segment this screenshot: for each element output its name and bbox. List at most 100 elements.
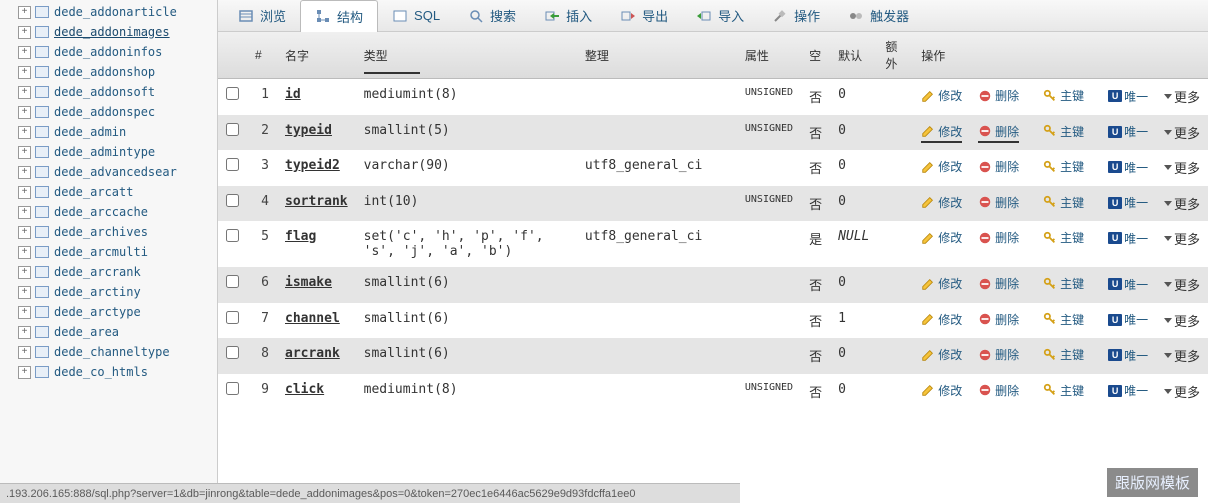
tree-toggle-icon[interactable]: + [18,186,31,199]
tree-toggle-icon[interactable]: + [18,306,31,319]
header-attr[interactable]: 属性 [737,32,801,79]
sidebar-item-dede_admintype[interactable]: + dede_admintype [0,142,217,162]
sidebar-item-dede_arccache[interactable]: + dede_arccache [0,202,217,222]
sidebar-item-label[interactable]: dede_archives [54,225,148,239]
delete-button[interactable]: 删除 [978,158,1019,175]
more-dropdown[interactable]: 更多 [1164,229,1200,248]
column-name[interactable]: sortrank [277,186,356,222]
edit-button[interactable]: 修改 [921,382,962,399]
column-name[interactable]: id [277,79,356,115]
unique-button[interactable]: U唯一 [1108,194,1148,211]
sidebar-item-dede_area[interactable]: + dede_area [0,322,217,342]
header-type[interactable]: 类型 [356,32,577,79]
tree-toggle-icon[interactable]: + [18,206,31,219]
tree-toggle-icon[interactable]: + [18,226,31,239]
delete-button[interactable]: 删除 [978,194,1019,211]
header-null[interactable]: 空 [801,32,830,79]
sidebar-item-dede_co_htmls[interactable]: + dede_co_htmls [0,362,217,382]
primary-key-button[interactable]: 主键 [1043,87,1084,104]
row-checkbox[interactable] [226,275,239,288]
more-dropdown[interactable]: 更多 [1164,123,1200,142]
sidebar-item-dede_addonarticle[interactable]: + dede_addonarticle [0,2,217,22]
row-checkbox[interactable] [226,346,239,359]
more-dropdown[interactable]: 更多 [1164,311,1200,330]
tab-export[interactable]: 导出 [606,0,682,31]
row-checkbox[interactable] [226,229,239,242]
row-checkbox[interactable] [226,158,239,171]
unique-button[interactable]: U唯一 [1108,88,1148,105]
edit-button[interactable]: 修改 [921,194,962,211]
sidebar-item-label[interactable]: dede_arcrank [54,265,141,279]
tree-toggle-icon[interactable]: + [18,46,31,59]
column-name[interactable]: typeid2 [277,150,356,186]
edit-button[interactable]: 修改 [921,87,962,104]
edit-button[interactable]: 修改 [921,311,962,328]
delete-button[interactable]: 删除 [978,382,1019,399]
unique-button[interactable]: U唯一 [1108,311,1148,328]
more-dropdown[interactable]: 更多 [1164,194,1200,213]
tree-toggle-icon[interactable]: + [18,266,31,279]
sidebar-item-label[interactable]: dede_arcatt [54,185,133,199]
sidebar-item-label[interactable]: dede_addonarticle [54,5,177,19]
header-extra[interactable]: 额外 [877,32,913,79]
primary-key-button[interactable]: 主键 [1043,229,1084,246]
sidebar-item-label[interactable]: dede_channeltype [54,345,170,359]
sidebar-item-label[interactable]: dede_admintype [54,145,155,159]
delete-button[interactable]: 删除 [978,123,1019,140]
sidebar-item-dede_arcrank[interactable]: + dede_arcrank [0,262,217,282]
unique-button[interactable]: U唯一 [1108,347,1148,364]
unique-button[interactable]: U唯一 [1108,276,1148,293]
sidebar-item-dede_addonimages[interactable]: + dede_addonimages [0,22,217,42]
sidebar-item-label[interactable]: dede_arctype [54,305,141,319]
tree-toggle-icon[interactable]: + [18,26,31,39]
sidebar-item-dede_arctype[interactable]: + dede_arctype [0,302,217,322]
row-checkbox[interactable] [226,123,239,136]
tab-triggers[interactable]: 触发器 [834,0,923,31]
row-checkbox[interactable] [226,194,239,207]
primary-key-button[interactable]: 主键 [1043,382,1084,399]
sidebar-item-dede_addonshop[interactable]: + dede_addonshop [0,62,217,82]
sidebar-item-dede_arctiny[interactable]: + dede_arctiny [0,282,217,302]
row-checkbox[interactable] [226,311,239,324]
tab-search[interactable]: 搜索 [454,0,530,31]
tree-toggle-icon[interactable]: + [18,86,31,99]
sidebar-item-label[interactable]: dede_addonimages [54,25,170,39]
tree-toggle-icon[interactable]: + [18,286,31,299]
row-checkbox[interactable] [226,87,239,100]
tab-browse[interactable]: 浏览 [224,0,300,31]
primary-key-button[interactable]: 主键 [1043,311,1084,328]
sidebar-item-dede_archives[interactable]: + dede_archives [0,222,217,242]
header-name[interactable]: 名字 [277,32,356,79]
unique-button[interactable]: U唯一 [1108,123,1148,140]
more-dropdown[interactable]: 更多 [1164,346,1200,365]
sidebar-item-label[interactable]: dede_arctiny [54,285,141,299]
edit-button[interactable]: 修改 [921,275,962,292]
column-name[interactable]: click [277,374,356,410]
sidebar-item-label[interactable]: dede_addonspec [54,105,155,119]
unique-button[interactable]: U唯一 [1108,159,1148,176]
delete-button[interactable]: 删除 [978,346,1019,363]
tree-toggle-icon[interactable]: + [18,366,31,379]
delete-button[interactable]: 删除 [978,87,1019,104]
more-dropdown[interactable]: 更多 [1164,158,1200,177]
edit-button[interactable]: 修改 [921,346,962,363]
tab-insert[interactable]: 插入 [530,0,606,31]
tree-toggle-icon[interactable]: + [18,126,31,139]
column-name[interactable]: ismake [277,267,356,303]
tree-toggle-icon[interactable]: + [18,246,31,259]
sidebar-item-label[interactable]: dede_addoninfos [54,45,162,59]
tree-toggle-icon[interactable]: + [18,166,31,179]
delete-button[interactable]: 删除 [978,275,1019,292]
sidebar-item-label[interactable]: dede_admin [54,125,126,139]
sidebar-item-dede_addonspec[interactable]: + dede_addonspec [0,102,217,122]
tab-structure[interactable]: 结构 [300,0,378,32]
column-name[interactable]: channel [277,303,356,339]
more-dropdown[interactable]: 更多 [1164,87,1200,106]
primary-key-button[interactable]: 主键 [1043,123,1084,140]
sidebar-item-dede_advancedsear[interactable]: + dede_advancedsear [0,162,217,182]
header-collation[interactable]: 整理 [577,32,737,79]
delete-button[interactable]: 删除 [978,311,1019,328]
sidebar-item-label[interactable]: dede_arccache [54,205,148,219]
tree-toggle-icon[interactable]: + [18,326,31,339]
tab-sql[interactable]: SQL [378,2,454,30]
